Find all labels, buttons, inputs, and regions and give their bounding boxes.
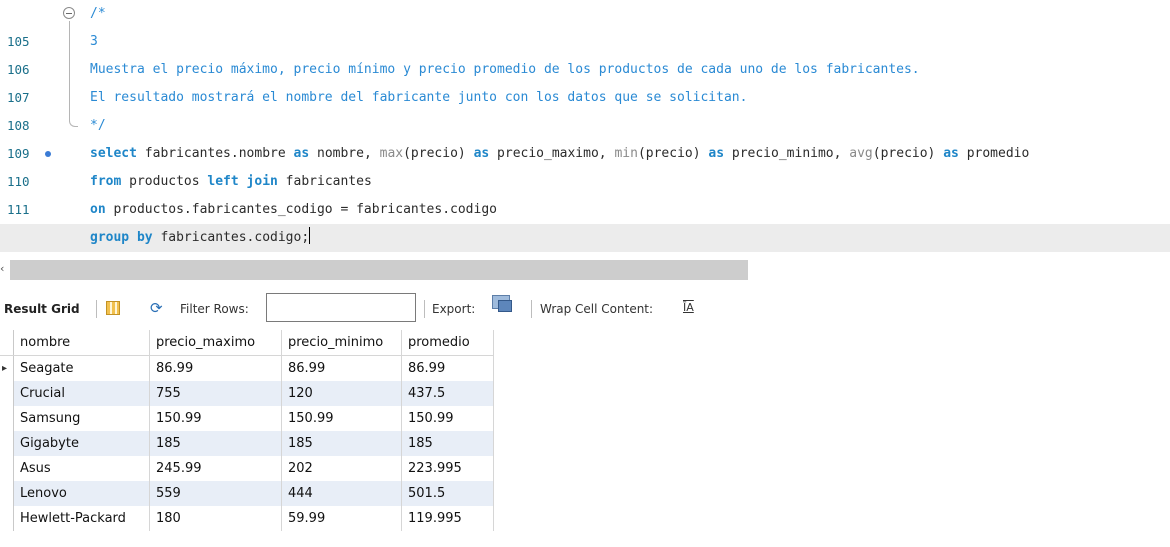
cell-precio-maximo[interactable]: 185 xyxy=(149,431,282,456)
editor-line[interactable]: 112 on productos.fabricantes_codigo = fa… xyxy=(0,196,1170,245)
cell-promedio[interactable]: 86.99 xyxy=(401,355,494,381)
row-header xyxy=(0,506,14,531)
cell-precio-minimo[interactable]: 444 xyxy=(281,481,402,506)
row-header xyxy=(0,431,14,456)
row-header xyxy=(0,481,14,506)
scroll-left-arrow-icon[interactable]: ‹ xyxy=(0,262,4,275)
sql-editor[interactable]: 105 /* 106 3 107 Muestra el precio máxim… xyxy=(0,0,1170,273)
comment-close: */ xyxy=(90,118,106,133)
sql-group-by-clause: group by fabricantes.codigo; xyxy=(90,224,311,252)
table-row[interactable]: Hewlett-Packard 180 59.99 119.995 xyxy=(0,506,494,531)
sql-from-clause: from productos left join fabricantes xyxy=(90,174,372,189)
cell-precio-minimo[interactable]: 86.99 xyxy=(281,355,402,381)
grid-header-row: nombre precio_maximo precio_minimo prome… xyxy=(0,330,494,356)
cell-promedio[interactable]: 223.995 xyxy=(401,456,494,481)
result-toolbar: Result Grid ⟳ Filter Rows: Export: Wrap … xyxy=(0,292,1170,326)
editor-horizontal-scrollbar[interactable]: ‹ xyxy=(0,258,1170,282)
table-row[interactable]: Crucial 755 120 437.5 xyxy=(0,381,494,406)
cell-precio-minimo[interactable]: 202 xyxy=(281,456,402,481)
column-header-nombre[interactable]: nombre xyxy=(13,330,150,356)
result-grid[interactable]: nombre precio_maximo precio_minimo prome… xyxy=(0,330,494,531)
cell-promedio[interactable]: 119.995 xyxy=(401,506,494,531)
cell-precio-minimo[interactable]: 150.99 xyxy=(281,406,402,431)
wrap-cell-content-icon[interactable]: ĪA xyxy=(683,301,694,314)
wrap-cell-content-label: Wrap Cell Content: xyxy=(540,302,654,316)
toolbar-separator xyxy=(531,300,532,318)
text-caret xyxy=(309,227,311,244)
cell-promedio[interactable]: 150.99 xyxy=(401,406,494,431)
comment-text: 3 xyxy=(90,34,98,49)
fold-collapse-icon[interactable] xyxy=(63,7,75,19)
export-icon[interactable] xyxy=(492,295,516,315)
sql-on-clause: on productos.fabricantes_codigo = fabric… xyxy=(90,202,497,217)
cell-precio-maximo[interactable]: 180 xyxy=(149,506,282,531)
filter-rows-input[interactable] xyxy=(266,293,416,322)
cell-precio-maximo[interactable]: 150.99 xyxy=(149,406,282,431)
editor-line[interactable]: 106 3 xyxy=(0,28,1170,77)
filter-rows-label: Filter Rows: xyxy=(180,302,249,316)
cell-precio-minimo[interactable]: 185 xyxy=(281,431,402,456)
comment-text: Muestra el precio máximo, precio mínimo … xyxy=(90,62,920,77)
comment-text: El resultado mostrará el nombre del fabr… xyxy=(90,90,748,105)
cell-nombre[interactable]: Hewlett-Packard xyxy=(13,506,150,531)
editor-line[interactable]: 105 /* xyxy=(0,0,1170,49)
row-header xyxy=(0,456,14,481)
export-label: Export: xyxy=(432,302,476,316)
comment-open: /* xyxy=(90,6,106,21)
cell-precio-maximo[interactable]: 755 xyxy=(149,381,282,406)
cell-promedio[interactable]: 501.5 xyxy=(401,481,494,506)
cell-nombre[interactable]: Crucial xyxy=(13,381,150,406)
row-header xyxy=(0,381,14,406)
cell-precio-minimo[interactable]: 59.99 xyxy=(281,506,402,531)
editor-line[interactable]: 107 Muestra el precio máximo, precio mín… xyxy=(0,56,1170,105)
cell-precio-maximo[interactable]: 559 xyxy=(149,481,282,506)
editor-line[interactable]: 109 */ xyxy=(0,112,1170,161)
table-row[interactable]: Samsung 150.99 150.99 150.99 xyxy=(0,406,494,431)
cell-nombre[interactable]: Seagate xyxy=(13,355,150,381)
row-header xyxy=(0,406,14,431)
column-header-precio-minimo[interactable]: precio_minimo xyxy=(281,330,402,356)
editor-line-current[interactable]: 113 group by fabricantes.codigo; xyxy=(0,224,1170,273)
editor-line[interactable]: 108 El resultado mostrará el nombre del … xyxy=(0,84,1170,133)
toolbar-separator xyxy=(424,300,425,318)
table-row[interactable]: Asus 245.99 202 223.995 xyxy=(0,456,494,481)
statement-marker-icon[interactable] xyxy=(45,151,51,157)
table-row[interactable]: ▸ Seagate 86.99 86.99 86.99 xyxy=(0,355,494,381)
cell-precio-maximo[interactable]: 245.99 xyxy=(149,456,282,481)
editor-line[interactable]: 110 select fabricantes.nombre as nombre,… xyxy=(0,140,1170,189)
refresh-icon[interactable]: ⟳ xyxy=(150,299,163,317)
toolbar-separator xyxy=(96,300,97,318)
cell-nombre[interactable]: Gigabyte xyxy=(13,431,150,456)
cell-nombre[interactable]: Asus xyxy=(13,456,150,481)
result-grid-tab[interactable]: Result Grid xyxy=(4,302,80,316)
cell-promedio[interactable]: 185 xyxy=(401,431,494,456)
column-header-promedio[interactable]: promedio xyxy=(401,330,494,356)
grid-view-icon[interactable] xyxy=(106,301,120,315)
cell-precio-maximo[interactable]: 86.99 xyxy=(149,355,282,381)
table-row[interactable]: Gigabyte 185 185 185 xyxy=(0,431,494,456)
current-row-indicator-icon: ▸ xyxy=(0,355,14,381)
cell-nombre[interactable]: Samsung xyxy=(13,406,150,431)
row-header-corner xyxy=(0,330,14,356)
cell-promedio[interactable]: 437.5 xyxy=(401,381,494,406)
table-row[interactable]: Lenovo 559 444 501.5 xyxy=(0,481,494,506)
cell-precio-minimo[interactable]: 120 xyxy=(281,381,402,406)
cell-nombre[interactable]: Lenovo xyxy=(13,481,150,506)
editor-line[interactable]: 111 from productos left join fabricantes xyxy=(0,168,1170,217)
column-header-precio-maximo[interactable]: precio_maximo xyxy=(149,330,282,356)
scrollbar-thumb[interactable] xyxy=(10,260,748,280)
sql-select-statement: select fabricantes.nombre as nombre, max… xyxy=(90,146,1030,161)
